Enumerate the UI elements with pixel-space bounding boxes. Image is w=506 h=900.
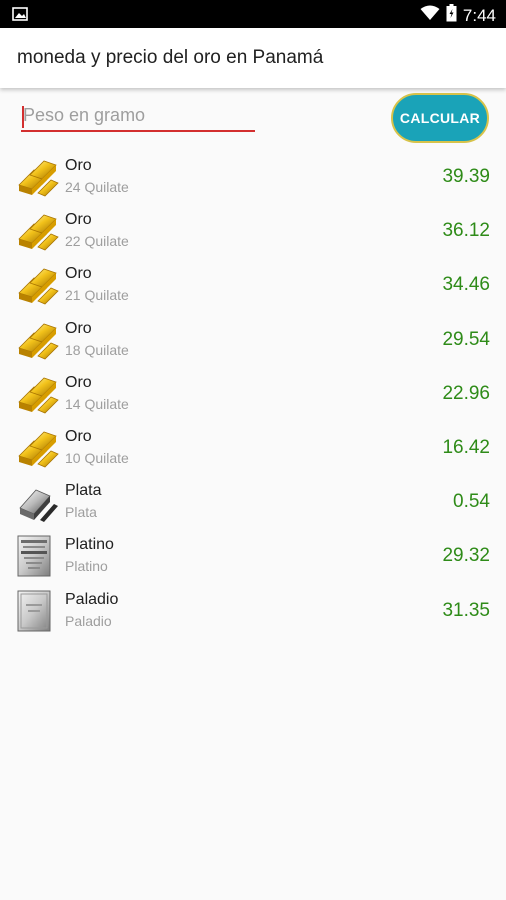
list-item[interactable]: Oro 21 Quilate 34.46 bbox=[0, 258, 506, 312]
metal-price-list: Oro 24 Quilate 39.39 Oro 22 Quilate 36.1… bbox=[0, 150, 506, 638]
metal-name: Oro bbox=[65, 373, 92, 391]
battery-icon bbox=[446, 4, 457, 27]
metal-price: 29.32 bbox=[442, 545, 490, 567]
list-item[interactable]: Platino Platino 29.32 bbox=[0, 529, 506, 583]
metal-karat: 22 Quilate bbox=[65, 233, 129, 250]
metal-price: 39.39 bbox=[442, 166, 490, 187]
list-item[interactable]: Oro 24 Quilate 39.39 bbox=[0, 150, 506, 204]
metal-name: Paladio bbox=[65, 590, 119, 608]
metal-karat: 24 Quilate bbox=[65, 179, 129, 195]
app-bar: moneda y precio del oro en Panamá bbox=[0, 28, 506, 88]
image-icon bbox=[12, 7, 28, 26]
metal-karat: Platino bbox=[65, 558, 108, 575]
metal-name: Plata bbox=[65, 482, 102, 500]
list-item[interactable]: Plata Plata 0.54 bbox=[0, 475, 506, 529]
list-item[interactable]: Oro 22 Quilate 36.12 bbox=[0, 204, 506, 258]
metal-karat: 14 Quilate bbox=[65, 395, 129, 412]
metal-price: 0.54 bbox=[453, 491, 490, 513]
calculate-button[interactable]: CALCULAR bbox=[391, 93, 489, 143]
metal-name: Oro bbox=[65, 319, 92, 337]
metal-price: 36.12 bbox=[442, 220, 490, 242]
wifi-icon bbox=[420, 5, 440, 26]
gold-bars-icon bbox=[16, 372, 60, 416]
metal-price: 31.35 bbox=[442, 599, 490, 621]
list-item[interactable]: Paladio Paladio 31.35 bbox=[0, 584, 506, 638]
status-time: 7:44 bbox=[462, 5, 496, 25]
weight-form: CALCULAR bbox=[0, 90, 506, 148]
palladium-bar-icon bbox=[16, 589, 60, 633]
list-item[interactable]: Oro 18 Quilate 29.54 bbox=[0, 313, 506, 367]
metal-price: 29.54 bbox=[442, 328, 490, 350]
gold-bars-icon bbox=[16, 318, 60, 362]
metal-name: Oro bbox=[65, 427, 92, 445]
metal-karat: Plata bbox=[65, 504, 97, 521]
metal-karat: 21 Quilate bbox=[65, 287, 129, 304]
status-bar: 7:44 bbox=[0, 0, 506, 28]
metal-price: 34.46 bbox=[442, 274, 490, 296]
list-item[interactable]: Oro 10 Quilate 16.42 bbox=[0, 421, 506, 475]
silver-bar-icon bbox=[16, 480, 60, 524]
gold-bars-icon bbox=[16, 155, 60, 199]
text-cursor bbox=[22, 106, 24, 128]
metal-karat: 18 Quilate bbox=[65, 341, 129, 358]
metal-karat: 10 Quilate bbox=[65, 449, 129, 466]
gold-bars-icon bbox=[16, 209, 60, 253]
platinum-bar-icon bbox=[16, 534, 60, 578]
metal-price: 16.42 bbox=[442, 436, 490, 458]
metal-name: Oro bbox=[65, 265, 92, 283]
weight-input[interactable] bbox=[21, 102, 255, 132]
metal-name: Platino bbox=[65, 536, 114, 554]
metal-name: Oro bbox=[65, 157, 92, 174]
gold-bars-icon bbox=[16, 426, 60, 470]
list-item[interactable]: Oro 14 Quilate 22.96 bbox=[0, 367, 506, 421]
metal-price: 22.96 bbox=[442, 382, 490, 404]
metal-name: Oro bbox=[65, 211, 92, 229]
page-title: moneda y precio del oro en Panamá bbox=[17, 47, 324, 68]
gold-bars-icon bbox=[16, 263, 60, 307]
metal-karat: Paladio bbox=[65, 612, 112, 629]
